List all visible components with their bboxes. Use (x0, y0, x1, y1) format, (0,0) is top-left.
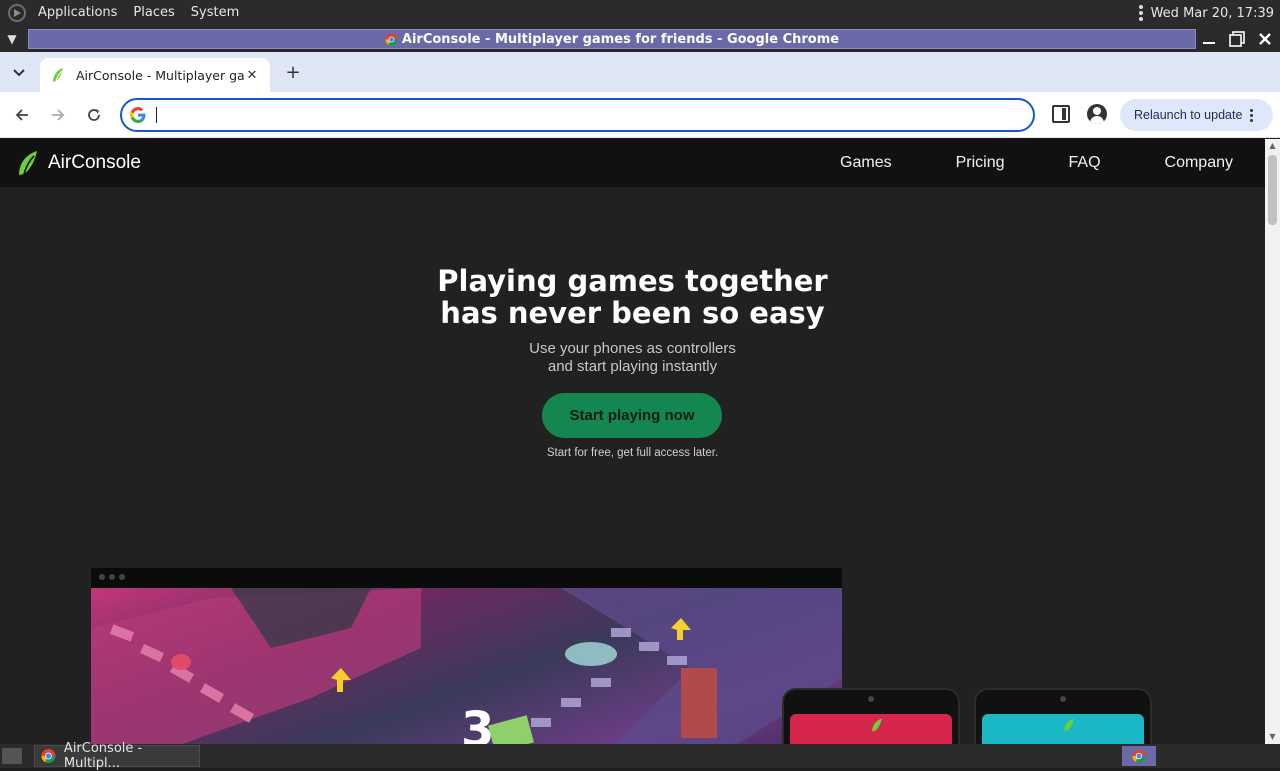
phone-controller-teal (974, 688, 1152, 744)
game-preview-window: 3 (91, 568, 842, 744)
airconsole-logo-icon (19, 151, 37, 175)
chrome-icon (1132, 749, 1146, 763)
phone-screen-red (790, 714, 952, 744)
site-header: AirConsole Games Pricing FAQ Company (0, 139, 1265, 187)
window-title: AirConsole - Multiplayer games for frien… (401, 31, 840, 47)
cta-note: Start for free, get full access later. (546, 447, 719, 459)
chrome-icon (385, 32, 398, 46)
relaunch-label: Relaunch to update (1134, 108, 1243, 122)
panel-clock[interactable]: Wed Mar 20, 17:39 (1151, 6, 1274, 21)
hero-sub-line1: Use your phones as controllers (529, 340, 736, 357)
page-scrollbar[interactable]: ▲ ▼ (1265, 139, 1280, 744)
panel-menu: Applications Places System (30, 0, 247, 26)
scrollbar-thumb[interactable] (1268, 155, 1277, 225)
reload-icon[interactable] (82, 103, 106, 127)
distro-logo-icon[interactable] (8, 4, 26, 22)
site-nav-links: Games Pricing FAQ Company (776, 139, 1233, 187)
back-arrow-icon[interactable] (10, 103, 34, 127)
chrome-icon (41, 749, 56, 763)
game-screenshot: 3 (91, 588, 842, 744)
chrome-menu-icon[interactable] (1250, 108, 1254, 122)
hero-title-line1: Playing games together (437, 264, 828, 298)
panel-menu-places[interactable]: Places (125, 0, 182, 26)
phone-camera-dot (1060, 696, 1066, 702)
tab-search-chevron-icon[interactable] (6, 62, 32, 84)
taskbar-item-label: AirConsole - Multipl... (63, 741, 143, 771)
site-brand[interactable]: AirConsole (16, 150, 141, 176)
start-playing-button[interactable]: Start playing now (542, 393, 722, 438)
google-g-icon (130, 107, 146, 123)
window-menu-chevron-icon[interactable]: ▼ (0, 26, 24, 52)
new-tab-plus-icon[interactable]: + (282, 61, 304, 83)
web-page: AirConsole Games Pricing FAQ Company Pla… (0, 139, 1265, 744)
airconsole-logo-icon (872, 718, 882, 732)
top-panel: Applications Places System Wed Mar 20, 1… (0, 0, 1280, 26)
scroll-up-arrow-icon[interactable]: ▲ (1268, 141, 1277, 151)
nav-link-faq[interactable]: FAQ (1069, 154, 1101, 172)
omnibox-input[interactable] (157, 107, 1033, 123)
phone-screen-teal (982, 714, 1144, 744)
svg-text:3: 3 (461, 702, 494, 744)
side-panel-icon[interactable] (1052, 105, 1070, 123)
window-dots (99, 574, 125, 580)
panel-overflow-icon[interactable] (1138, 5, 1143, 21)
browser-toolbar: Relaunch to update (0, 92, 1280, 138)
nav-link-games[interactable]: Games (840, 154, 892, 172)
taskbar-item-chrome[interactable]: AirConsole - Multipl... (34, 741, 200, 771)
hero-subtitle: Use your phones as controllers and start… (0, 340, 1265, 376)
maximize-icon[interactable] (1226, 28, 1248, 50)
workspace-chrome-icon[interactable] (1122, 746, 1156, 766)
address-bar[interactable] (120, 98, 1035, 132)
panel-menu-applications[interactable]: Applications (30, 0, 125, 26)
airconsole-favicon-icon (53, 68, 63, 82)
panel-menu-system[interactable]: System (183, 0, 247, 26)
hero-sub-line2: and start playing instantly (547, 358, 718, 375)
show-desktop-icon[interactable] (2, 748, 22, 764)
nav-link-company[interactable]: Company (1165, 154, 1233, 172)
brand-name: AirConsole (48, 152, 141, 173)
scroll-down-arrow-icon[interactable]: ▼ (1268, 732, 1277, 742)
tab-title: AirConsole - Multiplayer gam (76, 67, 244, 83)
game-scene-illustration: 3 (91, 588, 842, 744)
minimize-icon[interactable] (1198, 28, 1220, 50)
profile-avatar-icon[interactable] (1087, 104, 1107, 124)
window-title-strip[interactable]: AirConsole - Multiplayer games for frien… (28, 29, 1196, 49)
bottom-taskbar: AirConsole - Multipl... (0, 741, 1280, 771)
phone-camera-dot (868, 696, 874, 702)
nav-link-pricing[interactable]: Pricing (956, 154, 1005, 172)
window-titlebar[interactable]: ▼ AirConsole - Multiplayer games for fri… (0, 26, 1280, 52)
close-window-icon[interactable] (1254, 28, 1276, 50)
forward-arrow-icon[interactable] (46, 103, 70, 127)
tab-airconsole[interactable]: AirConsole - Multiplayer gam ✕ (40, 58, 270, 92)
hero-title: Playing games together has never been so… (0, 265, 1265, 329)
close-tab-icon[interactable]: ✕ (244, 68, 260, 83)
tab-strip: AirConsole - Multiplayer gam ✕ + (0, 52, 1280, 92)
relaunch-to-update-button[interactable]: Relaunch to update (1120, 99, 1273, 131)
phone-controller-red (782, 688, 960, 744)
hero-title-line2: has never been so easy (440, 296, 825, 330)
airconsole-logo-icon (1064, 718, 1074, 732)
